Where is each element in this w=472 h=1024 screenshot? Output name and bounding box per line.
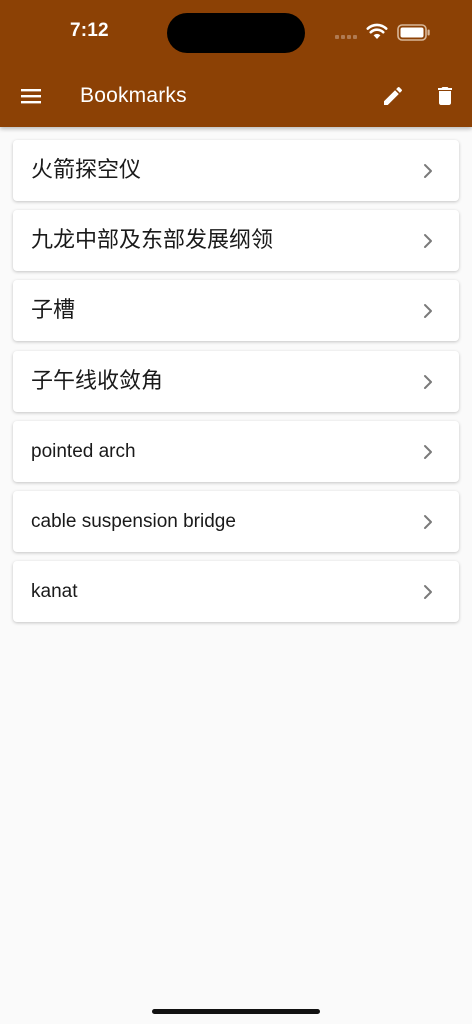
chevron-right-icon <box>424 234 432 249</box>
dynamic-island <box>167 13 305 53</box>
list-item[interactable]: pointed arch <box>13 420 459 482</box>
trash-icon <box>438 87 452 105</box>
delete-button[interactable] <box>425 76 465 116</box>
battery-icon <box>397 24 430 41</box>
list-item[interactable]: 火箭探空仪 <box>13 140 459 201</box>
home-indicator[interactable] <box>152 1009 320 1014</box>
page-title: Bookmarks <box>80 84 187 107</box>
chevron-right-icon <box>424 164 432 178</box>
app-bar: Bookmarks <box>0 64 472 127</box>
bookmark-label: kanat <box>31 581 78 603</box>
wifi-icon <box>366 23 388 39</box>
bookmark-label: pointed arch <box>31 440 136 462</box>
list-item[interactable]: cable suspension bridge <box>13 490 459 552</box>
bookmark-label: 九龙中部及东部发展纲领 <box>31 228 274 254</box>
chevron-right-icon <box>424 304 432 319</box>
bookmark-list: 火箭探空仪九龙中部及东部发展纲领 子槽子午线收敛角 pointed arch cabl… <box>13 140 459 631</box>
menu-icon <box>21 89 41 104</box>
list-item[interactable]: 子午线收敛角 <box>13 350 459 412</box>
chevron-right-icon <box>424 374 432 389</box>
menu-button[interactable] <box>11 76 51 116</box>
cellular-signal-icon <box>335 35 357 39</box>
status-bar: 7:12 <box>0 0 472 64</box>
list-item[interactable]: kanat <box>13 561 459 623</box>
edit-button[interactable] <box>373 76 413 116</box>
status-time: 7:12 <box>70 20 109 41</box>
bookmark-label: cable suspension bridge <box>31 510 236 532</box>
bookmark-label: 子槽 <box>31 298 76 324</box>
list-item[interactable]: 子槽 <box>13 280 459 342</box>
chevron-right-icon <box>424 444 432 459</box>
chevron-right-icon <box>424 585 432 600</box>
app-header: 7:12 Bookmarks <box>0 0 472 127</box>
list-item[interactable]: 九龙中部及东部发展纲领 <box>13 210 459 272</box>
bookmark-label: 子午线收敛角 <box>31 368 164 394</box>
chevron-right-icon <box>424 514 432 529</box>
bookmark-label: 火箭探空仪 <box>31 158 142 183</box>
pencil-icon <box>384 86 403 105</box>
